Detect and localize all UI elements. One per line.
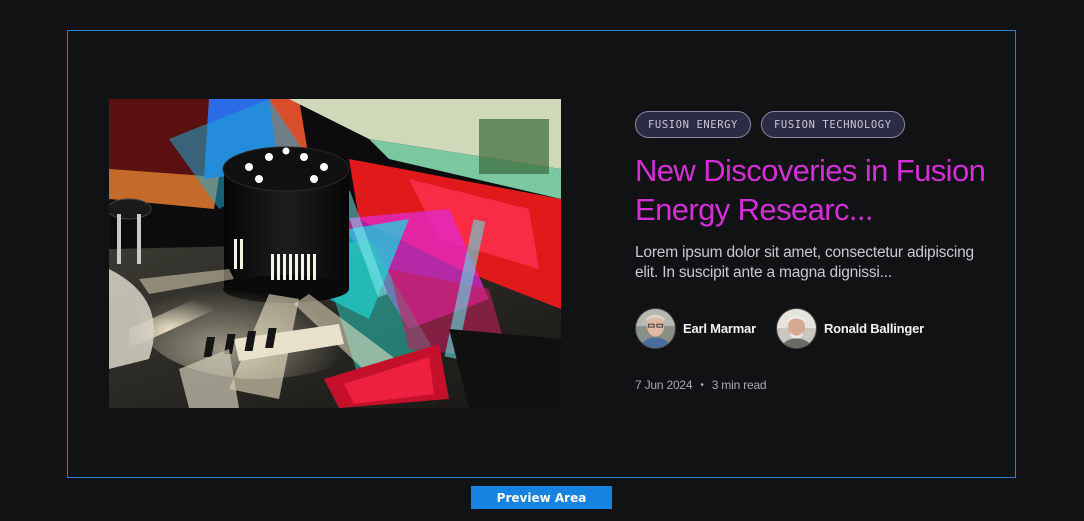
avatar bbox=[775, 308, 817, 349]
person-icon bbox=[776, 309, 816, 348]
tag-fusion-technology[interactable]: FUSION TECHNOLOGY bbox=[760, 111, 905, 138]
author-name: Earl Marmar bbox=[683, 321, 756, 336]
read-time: 3 min read bbox=[711, 378, 767, 392]
article-excerpt: Lorem ipsum dolor sit amet, consectetur … bbox=[635, 244, 974, 281]
article-hero-image[interactable] bbox=[109, 99, 561, 408]
fusion-lab-photo bbox=[109, 99, 561, 408]
meta-separator: • bbox=[700, 379, 704, 391]
tag-fusion-energy[interactable]: FUSION ENERGY bbox=[635, 111, 751, 138]
author-earl-marmar[interactable]: Earl Marmar bbox=[635, 308, 756, 349]
preview-area-label: Preview Area bbox=[471, 486, 612, 509]
author-name: Ronald Ballinger bbox=[823, 321, 925, 336]
author-list: Earl Marmar Ronald Ballinger bbox=[635, 308, 924, 349]
person-icon bbox=[636, 309, 675, 348]
article-meta: 7 Jun 2024 • 3 min read bbox=[635, 378, 767, 392]
avatar bbox=[635, 308, 676, 349]
article-title[interactable]: New Discoveries in Fusion Energy Researc… bbox=[635, 151, 995, 229]
publish-date: 7 Jun 2024 bbox=[635, 378, 693, 392]
tag-list: FUSION ENERGY FUSION TECHNOLOGY bbox=[635, 111, 905, 138]
author-ronald-ballinger[interactable]: Ronald Ballinger bbox=[775, 308, 925, 349]
